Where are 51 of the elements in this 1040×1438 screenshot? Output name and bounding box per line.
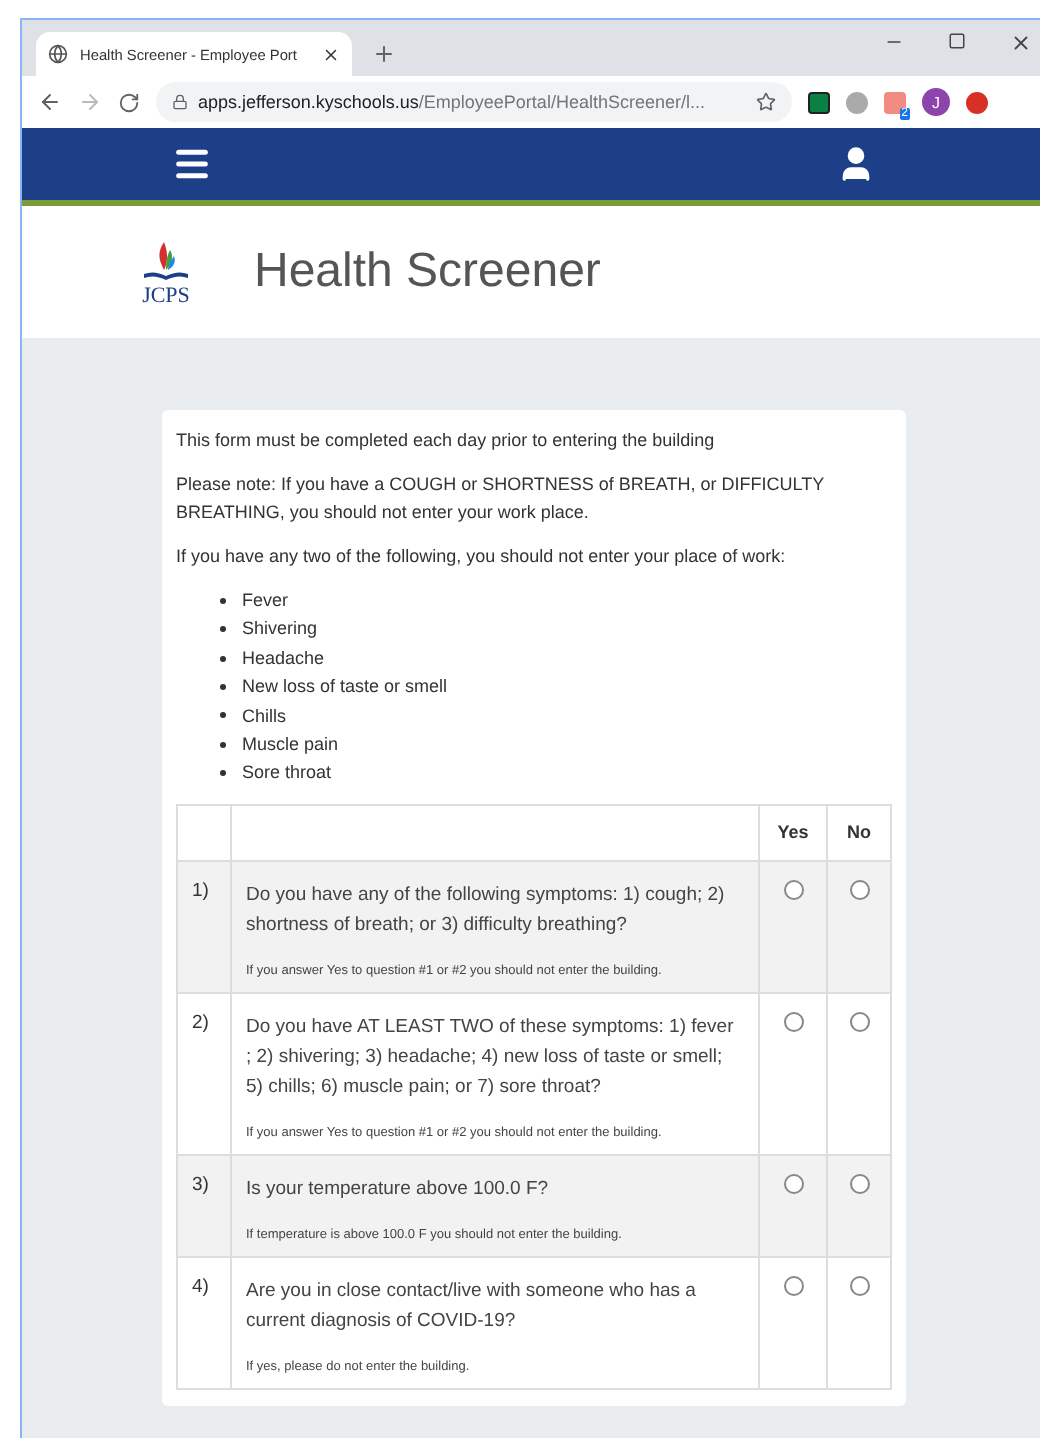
page-title: Health Screener: [254, 244, 601, 300]
symptom-item: Muscle pain: [242, 732, 339, 759]
radio-button[interactable]: [849, 1275, 869, 1296]
new-tab-icon[interactable]: [372, 42, 396, 66]
question-number: 3): [192, 1173, 209, 1196]
reload-icon[interactable]: [118, 91, 140, 113]
symptom-item: Shivering: [242, 616, 318, 643]
question-text: Is your temperature above 100.0 F?: [246, 1175, 551, 1204]
bullet-icon: [220, 712, 226, 719]
back-icon[interactable]: [38, 90, 62, 114]
bullet-icon: [220, 770, 226, 777]
radio-button[interactable]: [783, 1011, 803, 1032]
bullet-icon: [220, 655, 226, 662]
profile-avatar[interactable]: J: [922, 88, 950, 116]
radio-button[interactable]: [849, 1011, 869, 1032]
symptom-item: Headache: [242, 645, 325, 672]
logo-text: JCPS: [142, 285, 190, 307]
star-icon[interactable]: [756, 92, 776, 112]
radio-button[interactable]: [849, 879, 869, 900]
globe-icon: [48, 44, 68, 64]
column-header: No: [827, 804, 891, 861]
symptom-item: Fever: [242, 588, 289, 614]
bullet-icon: [220, 626, 226, 633]
radio-button[interactable]: [783, 1275, 803, 1296]
question-text: Do you have any of the following symptoms: 1) cough; 2) shortness of breath; or 3) difficulty breathing?: [246, 881, 727, 940]
menu-icon[interactable]: [172, 144, 212, 184]
symptom-item: New loss of taste or smell: [242, 674, 448, 701]
symptom-item: Chills: [242, 703, 287, 730]
address-bar[interactable]: apps.jefferson.kyschools.us/EmployeePortal/HealthScreener/l...: [156, 82, 792, 122]
radio-button[interactable]: [849, 1173, 869, 1194]
question-number: 2): [192, 1011, 209, 1034]
lock-icon: [172, 94, 188, 110]
column-header: Yes: [759, 804, 827, 861]
bullet-icon: [220, 683, 226, 690]
close-icon[interactable]: [322, 45, 340, 63]
url-text: apps.jefferson.kyschools.us/EmployeePortal/HealthScreener/l...: [198, 92, 705, 112]
bullet-icon: [220, 741, 226, 748]
intro-text: This form must be completed each day prior to entering the building: [176, 428, 717, 454]
question-number: 1): [192, 879, 209, 902]
note-text: Please note: If you have a COUGH or SHORTNESS of BREATH, or DIFFICULTY BREATHING, you should not enter your work place.: [176, 472, 826, 526]
question-number: 4): [192, 1275, 209, 1298]
question-text: Do you have AT LEAST TWO of these symptoms: 1) fever ; 2) shivering; 3) headache; 4) new loss of taste or smell; 5) chills; 6) muscle pain; or 7) sore throat?: [246, 1013, 736, 1102]
bullet-icon: [220, 597, 226, 604]
close-icon[interactable]: [1010, 32, 1032, 54]
maximize-icon[interactable]: [948, 32, 966, 50]
question-text: Are you in close contact/live with someone who has a current diagnosis of COVID-19?: [246, 1277, 698, 1336]
flame-book-icon: [140, 237, 192, 285]
symptom-item: Sore throat: [242, 760, 332, 787]
radio-button[interactable]: [783, 879, 803, 900]
radio-button[interactable]: [783, 1173, 803, 1194]
list-intro: If you have any two of the following, you should not enter your place of work:: [176, 544, 788, 570]
